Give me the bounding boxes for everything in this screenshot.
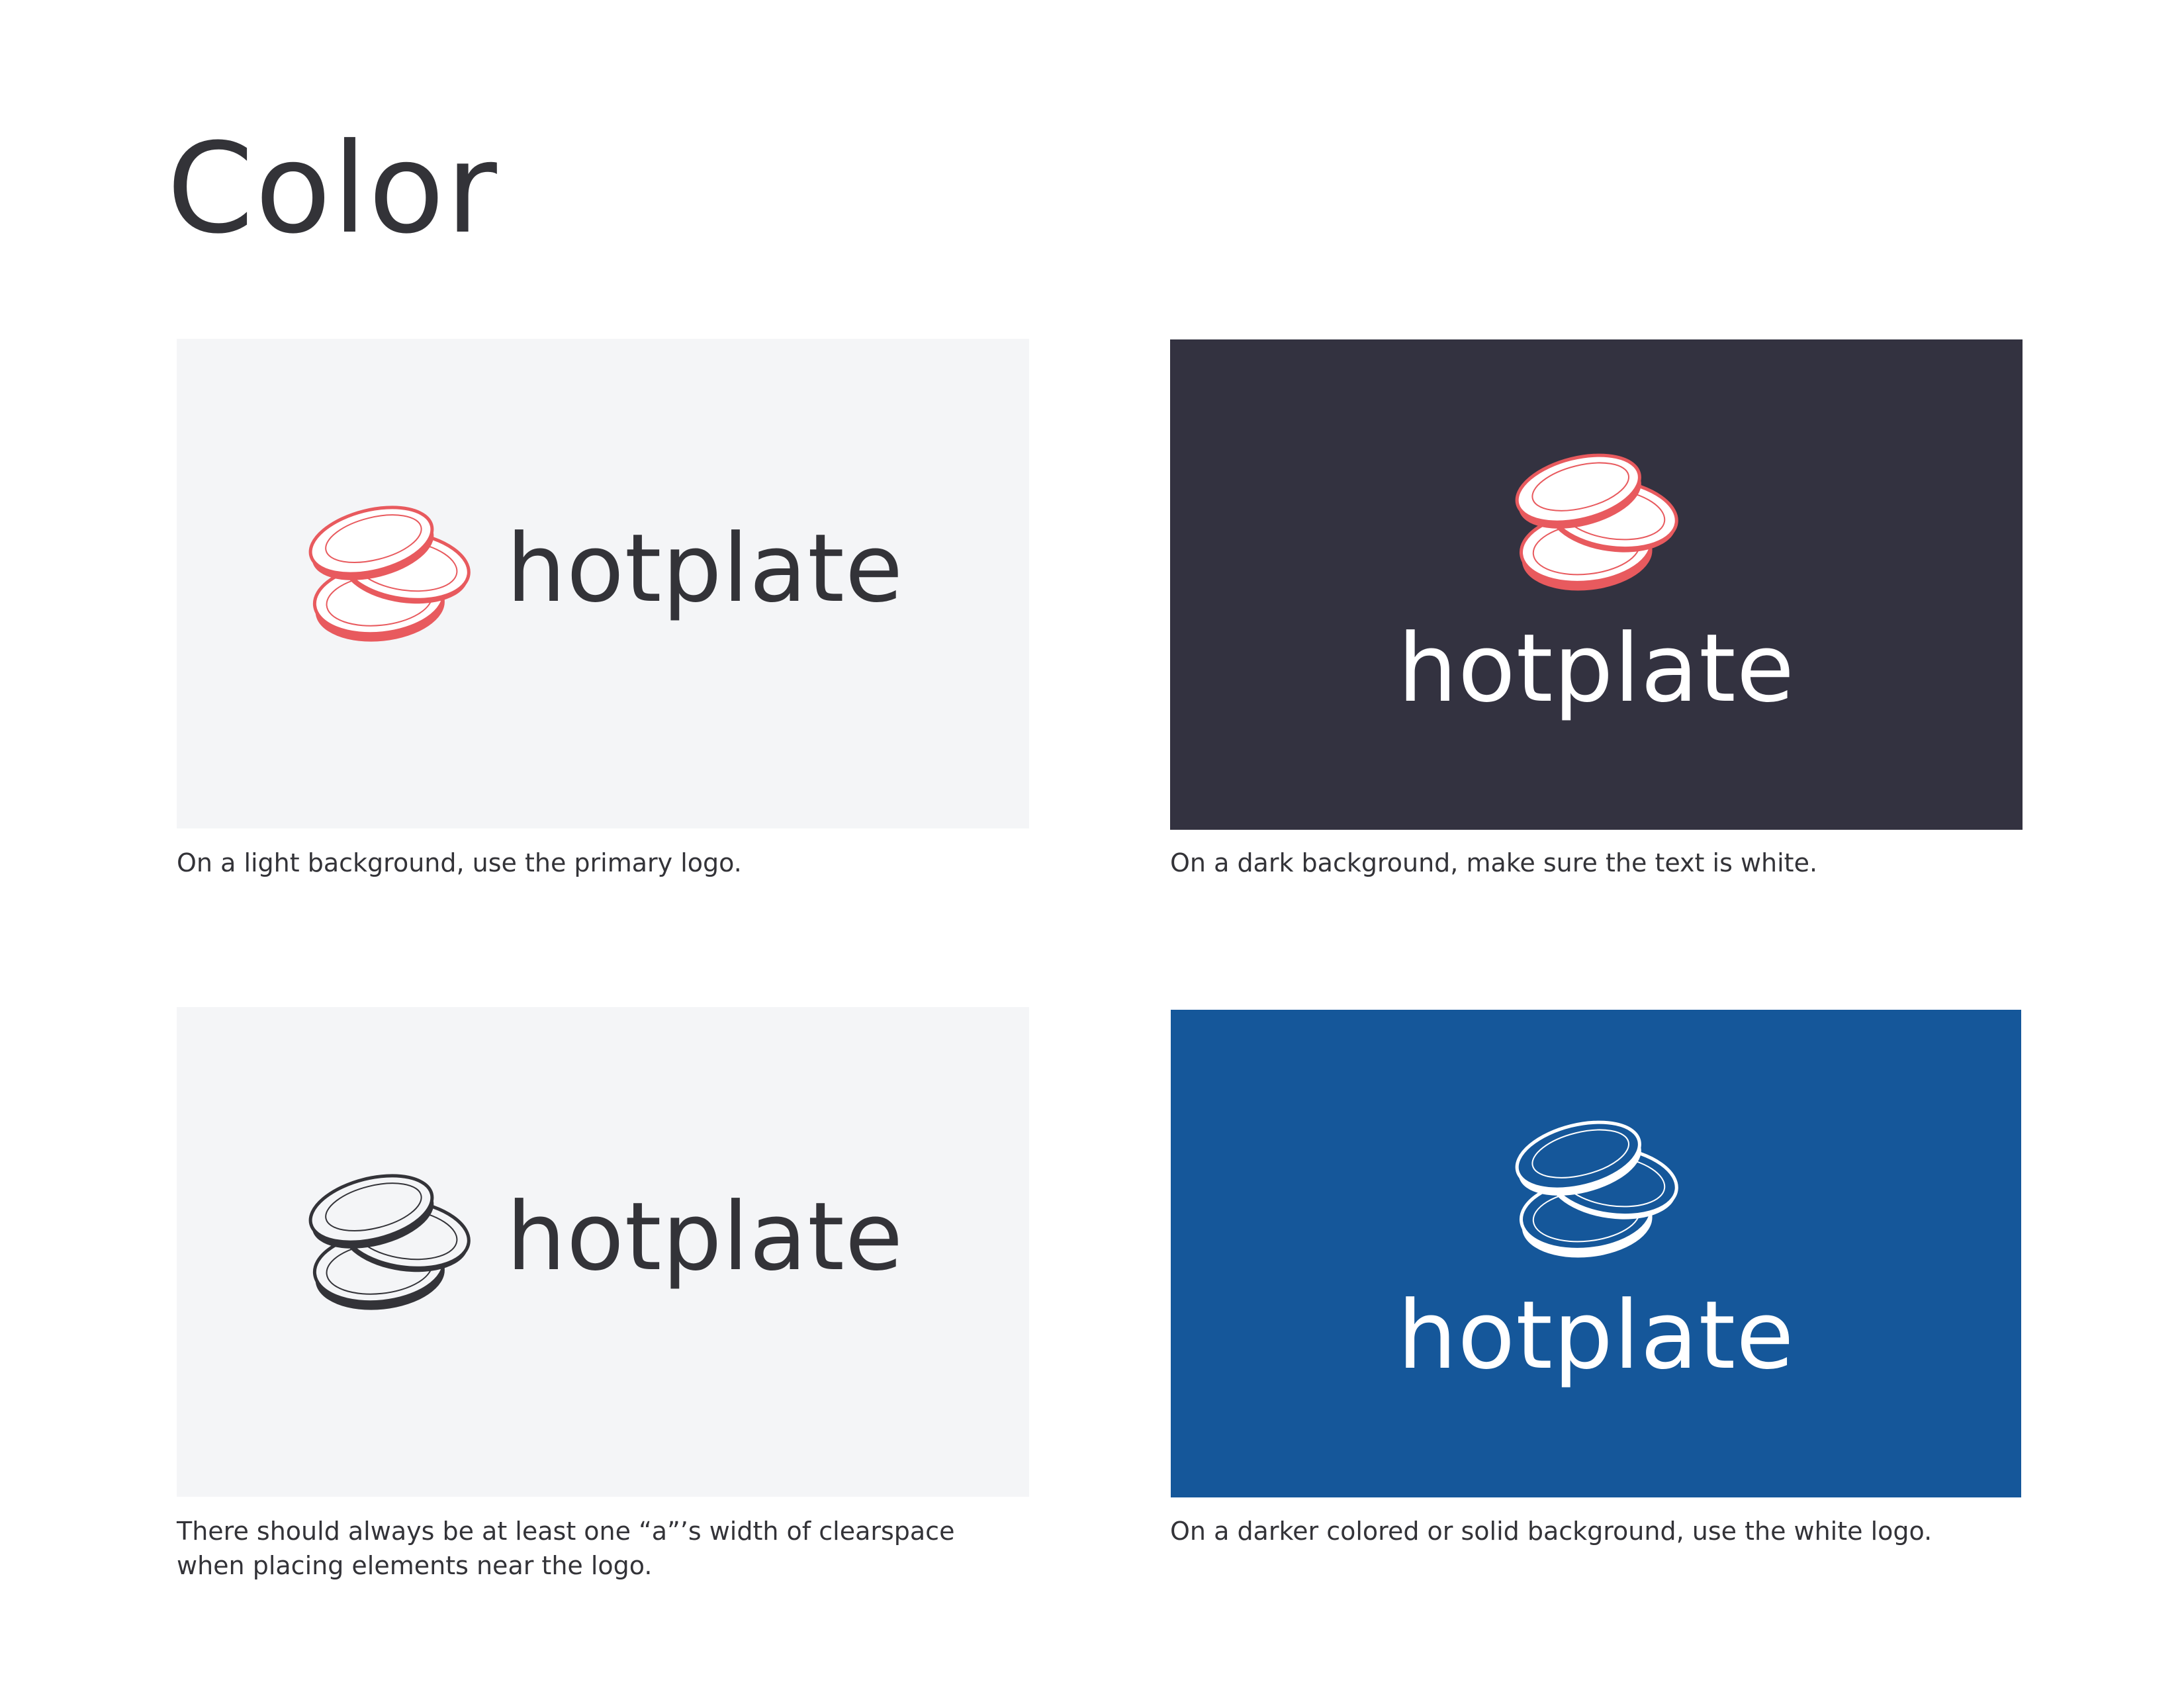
logo-wordmark: hotplate: [1397, 1281, 1795, 1390]
caption-line: There should always be at least one “a”’…: [177, 1517, 955, 1546]
dark-background-panel: hotplate: [1170, 339, 2023, 830]
logo-wordmark: hotplate: [506, 514, 904, 623]
clearspace-panel: hotplate: [177, 1007, 1029, 1497]
caption-clearspace: There should always be at least one “a”’…: [177, 1514, 954, 1583]
hotplate-logo-horizontal: hotplate: [306, 501, 903, 648]
hotplate-plates-icon: [1515, 1120, 1678, 1258]
hotplate-plates-icon: [308, 1174, 471, 1310]
caption-dark-background: On a dark background, make sure the text…: [1170, 848, 1818, 877]
hotplate-logo-stacked: hotplate: [1170, 449, 2023, 716]
logo-wordmark: hotplate: [1397, 614, 1796, 723]
hotplate-plates-icon: [1515, 453, 1678, 591]
hotplate-plates-icon: [308, 506, 471, 642]
logo-wordmark: hotplate: [506, 1182, 904, 1292]
caption-line: when placing elements near the logo.: [177, 1551, 653, 1580]
caption-colored-background: On a darker colored or solid background,…: [1170, 1517, 1933, 1546]
caption-light-background: On a light background, use the primary l…: [177, 848, 742, 877]
light-background-panel: hotplate: [177, 339, 1029, 828]
page-title: Color: [167, 116, 498, 261]
colored-background-panel: hotplate: [1171, 1010, 2021, 1497]
hotplate-logo-stacked: hotplate: [1171, 1116, 2021, 1383]
hotplate-logo-horizontal: hotplate: [306, 1169, 903, 1316]
